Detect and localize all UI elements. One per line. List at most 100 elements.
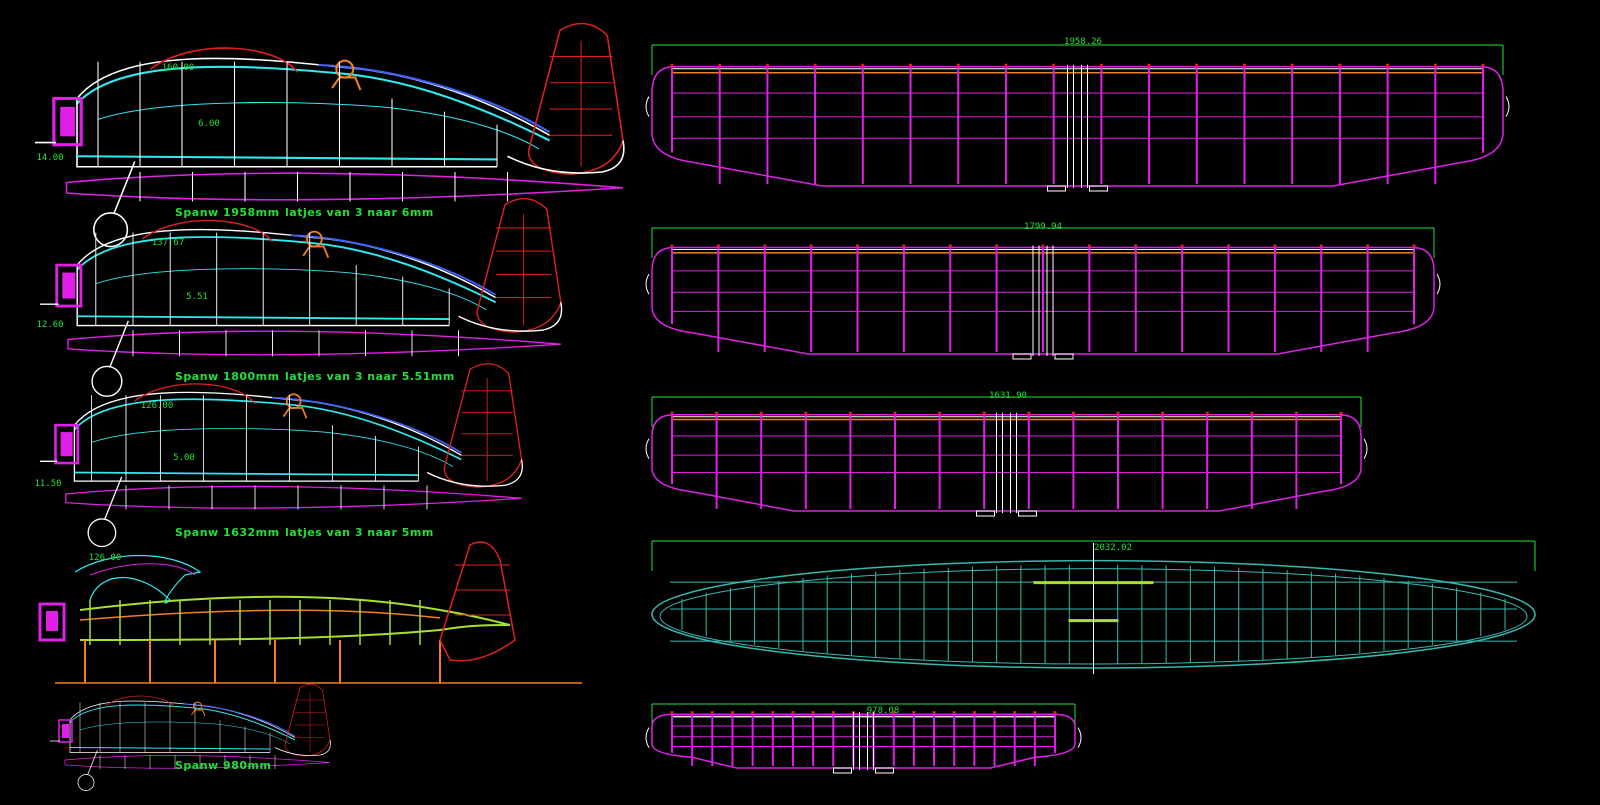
wing-rib-cap [861, 63, 865, 67]
wing-rib-cap [1180, 244, 1184, 248]
wing-rib-cap [804, 411, 808, 415]
wing-rib-cap [765, 63, 769, 67]
wing-rib-cap [791, 711, 795, 715]
wing-rib-cap [993, 711, 997, 715]
wing-tip-dash [1077, 727, 1082, 748]
engine-cylinder-icon [46, 611, 58, 631]
wing-tip-dash [1363, 438, 1368, 460]
wing-rib-cap [1338, 63, 1342, 67]
engine-cylinder-icon [62, 272, 76, 299]
wing-rib-cap [972, 711, 976, 715]
wing-rib-cap [716, 244, 720, 248]
engine-cylinder-icon [60, 106, 75, 137]
landing-gear-strut [87, 749, 98, 776]
wing-rib-cap [763, 244, 767, 248]
fuselage-2-top-dimension: 137.67 [151, 238, 185, 248]
tail-fin-outline [527, 22, 624, 175]
pilot-body-icon [302, 245, 330, 259]
wing-drawings [645, 44, 1536, 774]
fuselage-2-span-label: Spanw 1800mm [175, 370, 280, 383]
fuselage-4 [38, 541, 582, 684]
fuselage-1-left-dimension: 14.00 [36, 153, 64, 163]
cad-drawing-canvas [35, 22, 1536, 791]
wing-rib-cap [1481, 63, 1485, 67]
landing-gear-strut [103, 476, 123, 521]
fuselage-stringer [97, 102, 540, 150]
wing-rib-cap [995, 244, 999, 248]
fuselage-stringer [95, 268, 487, 311]
engine-cylinder-icon [60, 432, 73, 457]
landing-wheel-icon [87, 518, 117, 548]
wing-rib-cap [1071, 411, 1075, 415]
fuselage-1-latjes-label: latjes van 3 naar 6mm [285, 206, 434, 219]
engine-cylinder-icon [62, 724, 69, 738]
wing-rib-cap [1134, 244, 1138, 248]
tail-cone-outline [426, 459, 523, 487]
wing-rib-cap [893, 411, 897, 415]
wing-rib-cap [1273, 244, 1277, 248]
wing-rib-cap [1013, 711, 1017, 715]
wing-2-span-dimension: 1799.94 [1024, 222, 1062, 232]
wing-rib-cap [956, 63, 960, 67]
wing-rib-cap [912, 711, 916, 715]
fuselage-stringer [91, 428, 454, 467]
pilot-head-icon [285, 393, 302, 409]
wing-rib-cap [1386, 63, 1390, 67]
fuselage-3 [40, 363, 523, 548]
fuselage-4-top-dimension: 126.00 [88, 553, 122, 563]
wing-rib-cap [809, 244, 813, 248]
wing-rib-cap [670, 244, 674, 248]
wing-rib-cap [759, 411, 763, 415]
wing-rib-cap [730, 711, 734, 715]
fuselage-lower-sheet [67, 330, 561, 356]
wing-4-span-dimension: 2032.02 [1094, 543, 1132, 553]
wing-rib-cap [1242, 63, 1246, 67]
wing-rib-cap [751, 711, 755, 715]
fuselage-5 [50, 683, 331, 791]
wing-rib-cap [715, 411, 719, 415]
wing-rib-cap [1339, 411, 1343, 415]
wing-rib-cap [1099, 63, 1103, 67]
wing-rib-cap [1033, 711, 1037, 715]
pilot-body-icon [331, 76, 362, 91]
fuselage-1-mid-dimension: 6.00 [198, 119, 220, 129]
wing-1 [645, 44, 1510, 192]
wing-4 [651, 540, 1536, 674]
fuselage-1-span-label: Spanw 1958mm [175, 206, 280, 219]
fuselage-3-top-dimension: 126.00 [140, 401, 174, 411]
wing-rib-cap [856, 244, 859, 248]
wing-rib-cap [710, 711, 714, 715]
wing-rib-cap [670, 411, 674, 415]
wing-5-span-dimension: 978.08 [866, 706, 900, 716]
wing-rib-cap [1250, 411, 1254, 415]
fuselage-1-top-dimension: 160.00 [161, 63, 195, 73]
landing-gear-strut [109, 320, 129, 368]
tail-fin-outline [443, 363, 523, 488]
wing-rib-cap [1161, 411, 1165, 415]
wing-rib-cap [1027, 411, 1031, 415]
wing-rib-cap [1053, 711, 1057, 715]
wing-rib-cap [1433, 63, 1437, 67]
landing-wheel-icon [93, 212, 129, 248]
fuselage-2-latjes-label: latjes van 3 naar 5.51mm [285, 370, 455, 383]
wing-rib-cap [1412, 244, 1416, 248]
fuselage-2-mid-dimension: 5.51 [186, 292, 208, 302]
pilot-head-icon [193, 701, 202, 711]
wing-tip-dash [1505, 96, 1510, 117]
wing-rib-cap [690, 711, 694, 715]
fuselage-bottom-outline [79, 624, 511, 641]
wing-rib-cap [813, 63, 817, 67]
fuselage-3-span-label: Spanw 1632mm [175, 526, 280, 539]
fuselage-2 [40, 198, 563, 397]
pilot-head-icon [335, 59, 355, 79]
wing-rib-cap [670, 63, 674, 67]
wing-rib-cap [1116, 411, 1120, 415]
wing-rib-cap [952, 711, 956, 715]
wing-rib-cap [932, 711, 936, 715]
landing-gear-strut [113, 161, 136, 215]
tail-cone-outline [274, 739, 331, 756]
fuselage-5-span-label: Spanw 980mm [175, 759, 272, 772]
tail-cone-outline [458, 302, 563, 332]
wing-rib-cap [1366, 244, 1370, 248]
wing-rib-cap [1087, 244, 1091, 248]
